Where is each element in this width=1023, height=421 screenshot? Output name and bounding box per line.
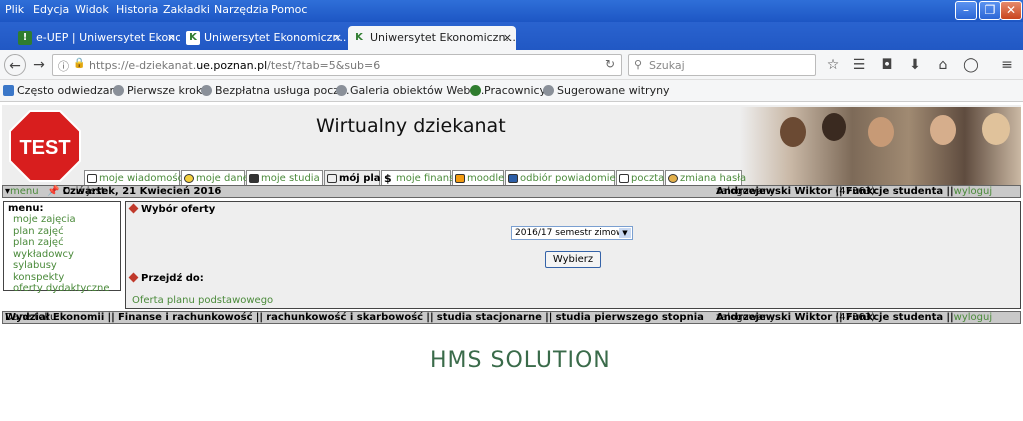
study-info-bar: Dane toku: Wydział Ekonomii || Finanse i… <box>2 311 1021 324</box>
search-placeholder: Szukaj <box>649 59 685 72</box>
test-stop-sign-logo: TEST <box>9 110 81 182</box>
tab-label: e-UEP | Uniwersytet Ekono... <box>36 31 180 44</box>
moodle-icon <box>455 174 465 183</box>
menu-historia[interactable]: Historia <box>116 3 158 16</box>
reading-list-icon[interactable]: ☰ <box>848 54 870 76</box>
info-square-icon <box>508 174 518 183</box>
logged-user-footer: zalogowany: Andrzejewski Wiktor (47363) … <box>716 312 993 323</box>
mail-icon <box>619 174 629 183</box>
browser-window: Plik Edycja Widok Historia Zakładki Narz… <box>0 0 1023 421</box>
folder-icon <box>3 85 14 96</box>
menu-sylabusy[interactable]: sylabusy <box>8 260 116 272</box>
info-icon[interactable]: ⓘ <box>58 58 69 74</box>
k-logo-icon: K <box>355 32 363 43</box>
bookmark-galeria[interactable]: Galeria obiektów Web ... <box>336 84 484 97</box>
search-icon: ⚲ <box>634 58 643 71</box>
study-data: Dane toku: Wydział Ekonomii || Finanse i… <box>5 312 704 323</box>
menu-konspekty[interactable]: konspekty <box>8 272 116 284</box>
close-tab-icon[interactable]: × <box>503 26 512 50</box>
svg-text:TEST: TEST <box>19 137 70 159</box>
home-icon[interactable]: ⌂ <box>932 54 954 76</box>
menu-edycja[interactable]: Edycja <box>33 3 69 16</box>
menu-narzedzia[interactable]: Narzędzia <box>214 3 269 16</box>
envelope-icon <box>87 174 97 183</box>
url-text: https://e-dziekanat.ue.poznan.pl/test/?t… <box>89 59 381 72</box>
download-icon[interactable]: ⬇ <box>904 54 926 76</box>
dollar-icon: $ <box>384 172 392 185</box>
bookmark-sugerowane[interactable]: Sugerowane witryny <box>543 84 670 97</box>
menu-bar: Plik Edycja Widok Historia Zakładki Narz… <box>0 0 1023 22</box>
smiley-icon <box>184 174 194 183</box>
tab-strip: ! e-UEP | Uniwersytet Ekono... × K Uniwe… <box>0 22 1023 66</box>
goto-heading: Przejdź do: <box>128 272 204 284</box>
logout-link[interactable]: wyloguj <box>954 312 992 323</box>
side-menu: menu: moje zajęcia plan zajęć plan zajęć… <box>3 201 121 294</box>
lock-icon: 🔒 <box>73 58 86 69</box>
logout-link[interactable]: wyloguj <box>954 186 992 197</box>
reload-icon[interactable]: ↻ <box>605 57 615 71</box>
search-field[interactable]: ⚲ Szukaj <box>628 54 816 76</box>
key-icon <box>668 174 678 183</box>
today-date: 📌 Dziś jest: Czwartek, 21 Kwiecień 2016 <box>47 186 222 197</box>
bookmark-czesto-odwiedzane[interactable]: Często odwiedzane <box>3 84 123 97</box>
tab-e-uep[interactable]: ! e-UEP | Uniwersytet Ekono... × <box>14 26 180 50</box>
hamburger-menu-icon[interactable]: ≡ <box>996 54 1018 76</box>
logged-user: zalogowany: Andrzejewski Wiktor (47363) … <box>716 186 993 197</box>
tab-uniwersytet-1[interactable]: K Uniwersytet Ekonomiczn... × <box>182 26 346 50</box>
side-menu-heading: menu: <box>8 203 44 214</box>
tab-label: Uniwersytet Ekonomiczn... <box>370 31 516 44</box>
close-tab-icon[interactable]: × <box>333 26 342 50</box>
status-bar: ▾ menu 📌 Dziś jest: Czwartek, 21 Kwiecie… <box>2 185 1021 198</box>
globe-icon <box>113 85 124 96</box>
bookmark-pracownicy[interactable]: Pracownicy <box>470 84 546 97</box>
page-content: TEST Wirtualny dziekanat moje wiadomości… <box>0 103 1023 421</box>
bookmarks-bar: Często odwiedzane Pierwsze kroki Bezpłat… <box>0 80 1023 102</box>
bookmark-pierwsze-kroki[interactable]: Pierwsze kroki <box>113 84 205 97</box>
uep-icon <box>470 85 481 96</box>
chat-icon[interactable]: ◯ <box>960 54 982 76</box>
minimize-button[interactable]: – <box>955 1 977 20</box>
close-tab-icon[interactable]: × <box>167 26 176 50</box>
menu-pomoc[interactable]: Pomoc <box>271 3 307 16</box>
menu-oferty-dydaktyczne[interactable]: oferty dydaktyczne <box>8 283 116 295</box>
menu-plik[interactable]: Plik <box>5 3 24 16</box>
menu-plan-zajec-wykladowcy[interactable]: plan zajęć wykładowcy <box>8 237 116 260</box>
graduation-cap-icon <box>249 174 259 183</box>
menu-toggle[interactable]: ▾ menu <box>5 186 39 197</box>
tab-uniwersytet-active[interactable]: K Uniwersytet Ekonomiczn... × <box>348 26 516 50</box>
menu-plan-zajec[interactable]: plan zajęć <box>8 226 116 238</box>
menu-zakladki[interactable]: Zakładki <box>163 3 210 16</box>
site-header: TEST Wirtualny dziekanat moje wiadomości… <box>2 105 1021 187</box>
menu-widok[interactable]: Widok <box>75 3 109 16</box>
globe-icon <box>201 85 212 96</box>
wybierz-button[interactable]: Wybierz <box>545 251 601 268</box>
maximize-button[interactable]: ❐ <box>979 1 1001 20</box>
uep-shield-icon: ! <box>18 31 32 45</box>
pocket-icon[interactable]: ◘ <box>876 54 898 76</box>
menu-moje-zajecia[interactable]: moje zajęcia <box>8 214 116 226</box>
hms-solution-logo: HMS SOLUTION <box>430 348 611 373</box>
offer-plan-link[interactable]: Oferta planu podstawowego <box>132 295 273 306</box>
navigation-bar: ← → ⓘ 🔒 https://e-dziekanat.ue.poznan.pl… <box>0 50 1023 80</box>
calendar-icon <box>327 174 337 183</box>
tab-label: Uniwersytet Ekonomiczn... <box>204 31 346 44</box>
diamond-bullet-icon <box>128 203 139 214</box>
back-icon[interactable]: ← <box>4 54 26 76</box>
page-title: Wirtualny dziekanat <box>316 115 506 137</box>
chevron-down-icon: ▼ <box>619 228 631 238</box>
url-bar[interactable]: ⓘ 🔒 https://e-dziekanat.ue.poznan.pl/tes… <box>52 54 622 76</box>
globe-icon <box>543 85 554 96</box>
students-photo <box>740 107 1021 185</box>
k-logo-icon: K <box>186 31 200 45</box>
forward-icon[interactable]: → <box>28 54 50 76</box>
bookmark-star-icon[interactable]: ☆ <box>822 54 844 76</box>
semester-select[interactable]: 2016/17 semestr zimowy ▼ <box>511 226 633 240</box>
bookmark-bezplatna-usluga[interactable]: Bezpłatna usługa pocz... <box>201 84 350 97</box>
offer-heading: Wybór oferty <box>128 203 215 215</box>
diamond-bullet-icon <box>128 272 139 283</box>
close-button[interactable]: ✕ <box>1000 1 1022 20</box>
globe-icon <box>336 85 347 96</box>
main-panel: Wybór oferty 2016/17 semestr zimowy ▼ Wyb… <box>125 201 1021 309</box>
